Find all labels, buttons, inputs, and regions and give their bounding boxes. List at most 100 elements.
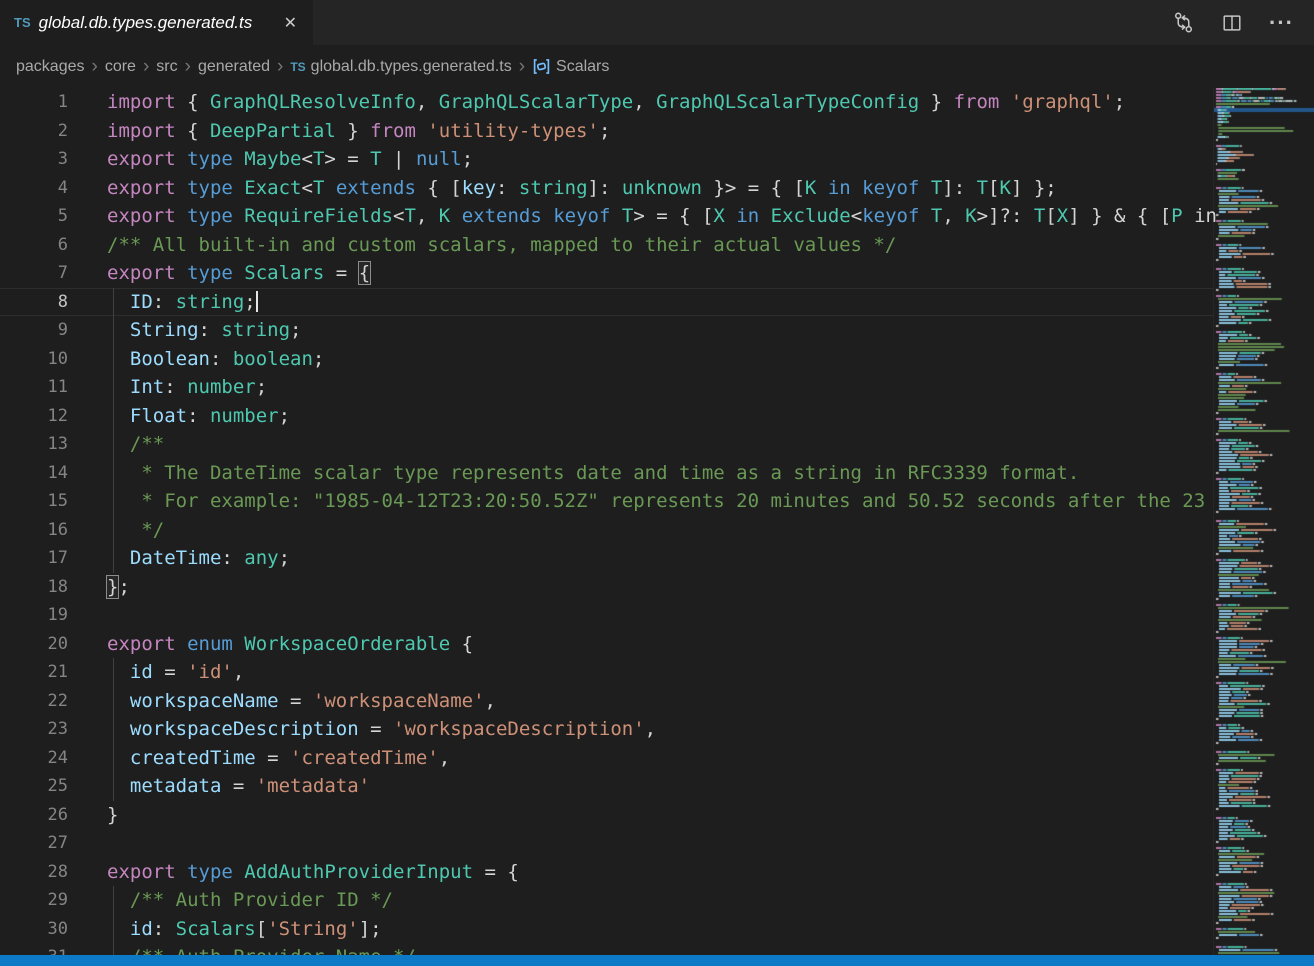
code-line[interactable]: 15 * For example: "1985-04-12T23:20:50.5… <box>0 487 1314 516</box>
code-line[interactable]: 6/** All built-in and custom scalars, ma… <box>0 231 1314 260</box>
code-text: import { DeepPartial } from 'utility-typ… <box>107 117 610 146</box>
more-actions-icon[interactable]: ··· <box>1269 12 1294 34</box>
code-text: workspaceDescription = 'workspaceDescrip… <box>107 715 656 744</box>
close-icon[interactable]: ✕ <box>280 11 301 35</box>
tab-label: global.db.types.generated.ts <box>39 13 272 33</box>
code-text: /** Auth Provider Name */ <box>107 943 416 955</box>
code-text: }; <box>107 573 130 602</box>
breadcrumb-item[interactable]: src <box>156 58 177 76</box>
code-line[interactable]: 26} <box>0 801 1314 830</box>
tab-bar: TS global.db.types.generated.ts ✕ <box>0 0 1314 45</box>
typescript-file-icon: TS <box>290 60 305 74</box>
editor-actions: ··· <box>1172 0 1314 45</box>
line-number: 23 <box>0 715 68 744</box>
line-number: 16 <box>0 516 68 545</box>
code-line[interactable]: 7export type Scalars = { <box>0 259 1314 288</box>
breadcrumb-item[interactable]: generated <box>198 58 270 76</box>
line-number: 19 <box>0 601 68 630</box>
breadcrumb-label: global.db.types.generated.ts <box>311 58 512 76</box>
breadcrumb-item[interactable]: TS global.db.types.generated.ts <box>290 58 511 76</box>
code-text: /** Auth Provider ID */ <box>107 886 393 915</box>
text-cursor <box>256 291 258 312</box>
code-line[interactable]: 28export type AddAuthProviderInput = { <box>0 858 1314 887</box>
line-number: 11 <box>0 373 68 402</box>
code-line[interactable]: 20export enum WorkspaceOrderable { <box>0 630 1314 659</box>
code-line[interactable]: 14 * The DateTime scalar type represents… <box>0 459 1314 488</box>
line-number: 4 <box>0 174 68 203</box>
code-text: */ <box>107 516 164 545</box>
tab-bar-empty-space <box>313 0 1172 45</box>
line-number: 10 <box>0 345 68 374</box>
line-number: 9 <box>0 316 68 345</box>
code-text: } <box>107 801 118 830</box>
code-line[interactable]: 29 /** Auth Provider ID */ <box>0 886 1314 915</box>
code-text: export type Exact<T extends { [key: stri… <box>107 174 1057 203</box>
code-line[interactable]: 10 Boolean: boolean; <box>0 345 1314 374</box>
code-line[interactable]: 17 DateTime: any; <box>0 544 1314 573</box>
line-number: 1 <box>0 88 68 117</box>
line-number: 18 <box>0 573 68 602</box>
code-editor[interactable]: 1import { GraphQLResolveInfo, GraphQLSca… <box>0 88 1314 955</box>
code-text: Int: number; <box>107 373 267 402</box>
code-line[interactable]: 30 id: Scalars['String']; <box>0 915 1314 944</box>
line-number: 28 <box>0 858 68 887</box>
code-text: /** <box>107 430 164 459</box>
code-text: String: string; <box>107 316 302 345</box>
line-number: 26 <box>0 801 68 830</box>
line-number: 21 <box>0 658 68 687</box>
code-line[interactable]: 13 /** <box>0 430 1314 459</box>
tab-global-db-types[interactable]: TS global.db.types.generated.ts ✕ <box>0 0 313 45</box>
code-text: * The DateTime scalar type represents da… <box>107 459 1079 488</box>
code-line[interactable]: 11 Int: number; <box>0 373 1314 402</box>
code-line[interactable]: 8 ID: string; <box>0 288 1314 317</box>
line-number: 14 <box>0 459 68 488</box>
breadcrumb-separator-icon: › <box>178 57 198 76</box>
code-line[interactable]: 31 /** Auth Provider Name */ <box>0 943 1314 955</box>
code-line[interactable]: 4 export type Exact<T extends { [key: str… <box>0 174 1314 203</box>
code-text: Float: number; <box>107 402 290 431</box>
code-line[interactable]: 21 id = 'id', <box>0 658 1314 687</box>
code-text: DateTime: any; <box>107 544 290 573</box>
code-line[interactable]: 1import { GraphQLResolveInfo, GraphQLSca… <box>0 88 1314 117</box>
breadcrumb-separator-icon: › <box>136 57 156 76</box>
line-number: 13 <box>0 430 68 459</box>
code-text: id = 'id', <box>107 658 244 687</box>
minimap[interactable] <box>1213 88 1314 955</box>
code-line[interactable]: 9 String: string; <box>0 316 1314 345</box>
breadcrumbs: packages›core›src›generated›TSglobal.db.… <box>0 45 1314 88</box>
line-number: 27 <box>0 829 68 858</box>
code-line[interactable]: 25 metadata = 'metadata' <box>0 772 1314 801</box>
breadcrumb-label: Scalars <box>556 58 609 76</box>
code-text: metadata = 'metadata' <box>107 772 370 801</box>
typescript-file-icon: TS <box>14 15 31 30</box>
line-number: 24 <box>0 744 68 773</box>
breadcrumb-separator-icon: › <box>270 57 290 76</box>
split-editor-icon[interactable] <box>1221 12 1243 34</box>
line-number: 15 <box>0 487 68 516</box>
breadcrumb-label: src <box>156 58 177 76</box>
open-changes-icon[interactable] <box>1172 11 1195 34</box>
code-text: ID: string; <box>107 288 258 317</box>
code-text: Boolean: boolean; <box>107 345 324 374</box>
code-line[interactable]: 2 import { DeepPartial } from 'utility-ty… <box>0 117 1314 146</box>
code-line[interactable]: 23 workspaceDescription = 'workspaceDesc… <box>0 715 1314 744</box>
breadcrumb-item[interactable]: packages <box>16 58 85 76</box>
line-number: 2 <box>0 117 68 146</box>
breadcrumb-item[interactable]: core <box>105 58 136 76</box>
code-line[interactable]: 16 */ <box>0 516 1314 545</box>
code-line[interactable]: 5export type RequireFields<T, K extends … <box>0 202 1314 231</box>
breadcrumb-item[interactable]: Scalars <box>532 57 609 76</box>
line-number: 17 <box>0 544 68 573</box>
code-text: export enum WorkspaceOrderable { <box>107 630 473 659</box>
code-line[interactable]: 18}; <box>0 573 1314 602</box>
code-line[interactable]: 3export type Maybe<T> = T | null; <box>0 145 1314 174</box>
code-line[interactable]: 24 createdTime = 'createdTime', <box>0 744 1314 773</box>
code-line[interactable]: 12 Float: number; <box>0 402 1314 431</box>
code-line[interactable]: 22 workspaceName = 'workspaceName', <box>0 687 1314 716</box>
code-line[interactable]: 19 <box>0 601 1314 630</box>
code-line[interactable]: 27 <box>0 829 1314 858</box>
breadcrumb-separator-icon: › <box>85 57 105 76</box>
line-number: 8 <box>0 288 68 317</box>
vscode-window: TS global.db.types.generated.ts ✕ <box>0 0 1314 966</box>
line-number: 3 <box>0 145 68 174</box>
